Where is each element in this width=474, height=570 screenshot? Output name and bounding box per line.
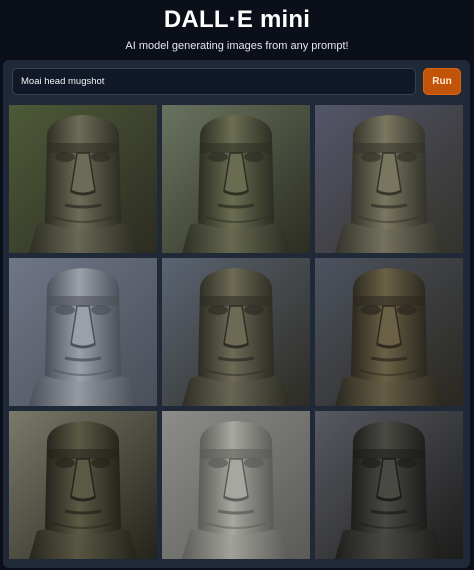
moai-image-3[interactable] <box>315 105 463 253</box>
prompt-input[interactable] <box>12 68 416 95</box>
moai-image-2[interactable] <box>162 105 310 253</box>
run-button[interactable]: Run <box>423 68 461 95</box>
image-gallery <box>9 105 464 560</box>
page-subtitle: AI model generating images from any prom… <box>125 40 349 52</box>
moai-image-7[interactable] <box>9 411 157 559</box>
moai-image-8[interactable] <box>162 411 310 559</box>
moai-image-6[interactable] <box>315 258 463 406</box>
app-header: DALL·E mini AI model generating images f… <box>0 0 474 60</box>
moai-image-5[interactable] <box>162 258 310 406</box>
moai-image-9[interactable] <box>315 411 463 559</box>
page-title: DALL·E mini <box>163 6 311 33</box>
moai-image-1[interactable] <box>9 105 157 253</box>
moai-image-4[interactable] <box>9 258 157 406</box>
